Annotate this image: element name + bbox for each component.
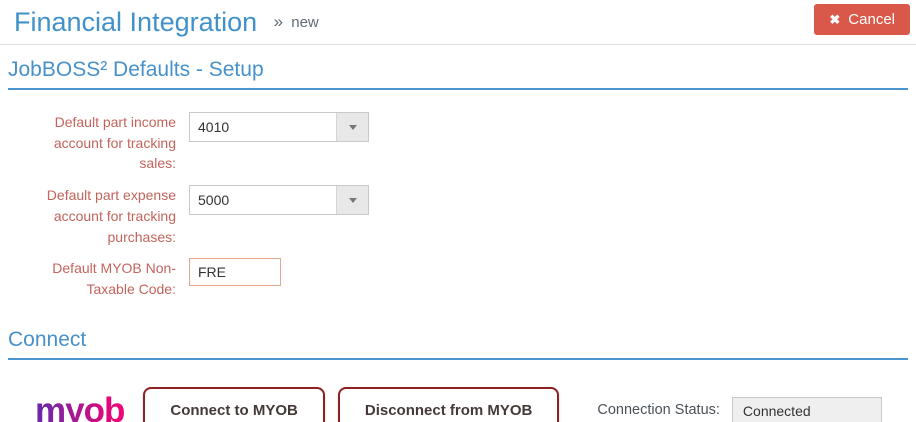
breadcrumb: » new bbox=[274, 12, 319, 32]
nontaxable-code-input[interactable] bbox=[189, 258, 281, 287]
cancel-button-label: Cancel bbox=[848, 11, 895, 28]
connect-section-heading: Connect bbox=[8, 328, 908, 360]
chevron-down-icon bbox=[348, 124, 357, 130]
income-account-dropdown[interactable]: 4010 bbox=[189, 112, 369, 142]
connect-row: myob Connect to MYOB Disconnect from MYO… bbox=[35, 386, 916, 422]
form-row-nontaxable-code: Default MYOB Non-Taxable Code: bbox=[45, 258, 916, 299]
income-account-dropdown-button[interactable] bbox=[336, 113, 368, 141]
expense-account-dropdown-button[interactable] bbox=[336, 186, 368, 215]
expense-account-dropdown[interactable]: 5000 bbox=[189, 185, 369, 216]
page-title: Financial Integration bbox=[14, 7, 258, 37]
income-account-label: Default part income account for tracking… bbox=[53, 114, 176, 172]
expense-account-label: Default part expense account for trackin… bbox=[46, 187, 176, 245]
expense-account-value: 5000 bbox=[198, 192, 230, 209]
form-row-expense-account: Default part expense account for trackin… bbox=[45, 185, 916, 247]
myob-logo: myob bbox=[35, 393, 125, 422]
close-icon: ✖ bbox=[829, 11, 841, 27]
setup-section-heading: JobBOSS² Defaults - Setup bbox=[8, 58, 908, 90]
form-row-income-account: Default part income account for tracking… bbox=[45, 112, 916, 174]
connection-status-value: Connected bbox=[731, 396, 882, 422]
connection-status-label: Connection Status: bbox=[597, 402, 720, 419]
nontaxable-code-label: Default MYOB Non-Taxable Code: bbox=[52, 260, 176, 298]
chevron-down-icon bbox=[348, 197, 357, 203]
connect-to-myob-button[interactable]: Connect to MYOB bbox=[143, 386, 325, 422]
disconnect-from-myob-button[interactable]: Disconnect from MYOB bbox=[337, 386, 560, 422]
cancel-button[interactable]: ✖ Cancel bbox=[814, 4, 910, 35]
income-account-value: 4010 bbox=[198, 119, 230, 135]
breadcrumb-current: new bbox=[291, 14, 319, 31]
setup-form: Default part income account for tracking… bbox=[0, 90, 916, 315]
page-header: Financial Integration » new ✖ Cancel bbox=[0, 0, 916, 45]
breadcrumb-separator-icon: » bbox=[273, 12, 284, 31]
